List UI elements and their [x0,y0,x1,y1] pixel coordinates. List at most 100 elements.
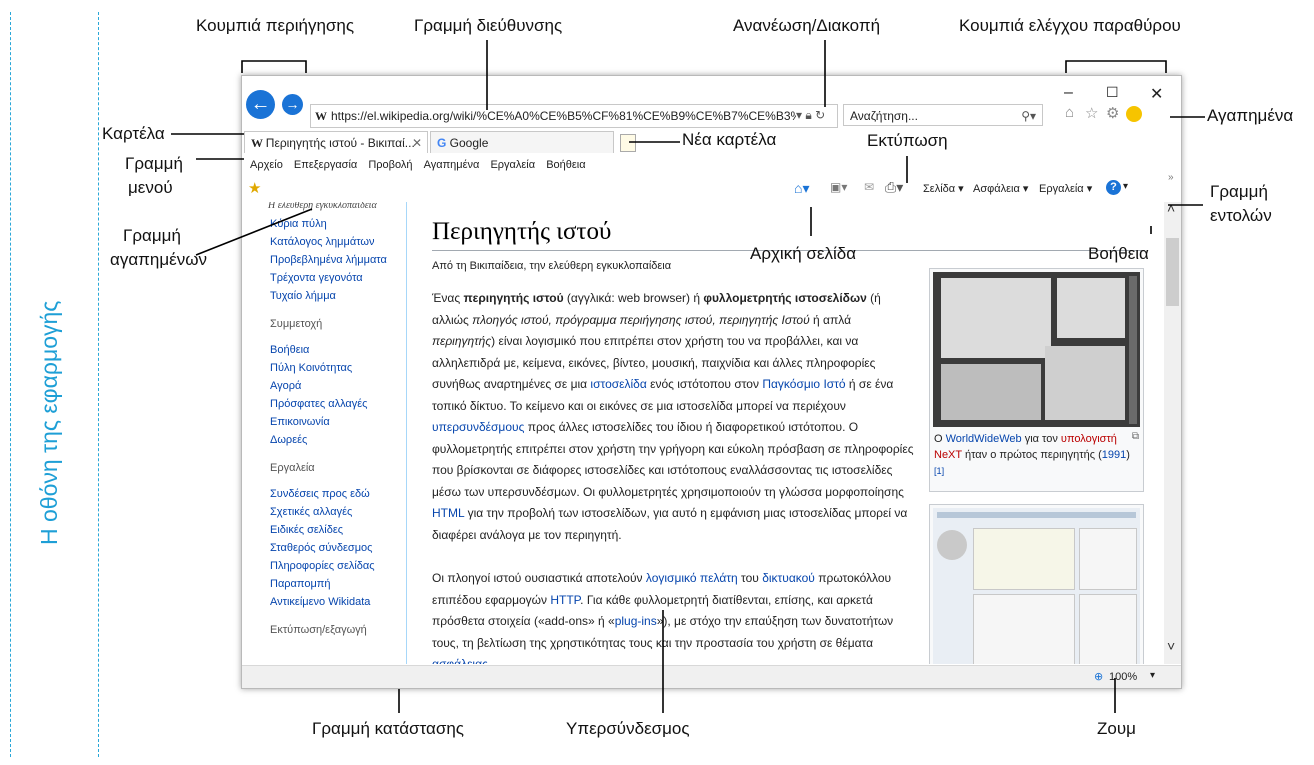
left-dashed-rule [10,12,11,757]
sidebar-link[interactable]: Τρέχοντα γεγονότα [270,272,363,284]
close-button[interactable]: ✕ [1150,84,1163,104]
hyperlink[interactable]: 1991 [1102,449,1126,461]
scroll-down-icon[interactable]: ˅ [1167,638,1175,654]
sidebar-link[interactable]: Σταθερός σύνδεσμος [270,542,372,554]
search-placeholder: Αναζήτηση... [850,109,918,123]
help-dropdown-icon[interactable]: ▾ [1123,181,1128,192]
mail-icon[interactable]: ✉ [864,180,874,194]
hyperlink[interactable]: HTML [432,506,464,520]
callout-address-bar: Γραμμή διεύθυνσης [414,16,563,35]
paragraph-1: Ένας περιηγητής ιστού (αγγλικά: web brow… [432,291,914,542]
chevron-more-icon[interactable]: » [1168,172,1174,183]
sidebar-link[interactable]: Πύλη Κοινότητας [270,362,352,374]
callout-favorites-bar-2: αγαπημένων [110,250,207,269]
feeds-icon[interactable]: ▣▾ [830,180,847,194]
scroll-thumb[interactable] [1166,238,1179,306]
logo-tagline: Η ελεύθερη εγκυκλοπαίδεια [268,202,377,211]
callout-print: Εκτύπωση [867,131,948,150]
menu-tools[interactable]: Εργαλεία [490,154,535,176]
minimize-button[interactable]: – [1064,84,1073,102]
right-dashed-rule [98,12,99,757]
sidebar-link[interactable]: Πρόσφατες αλλαγές [270,398,367,410]
figure-worldwideweb: ⧉ Ο WorldWideWeb για τον υπολογιστή NeXT… [929,268,1144,492]
sidebar-link[interactable]: Βοήθεια [270,344,309,356]
hyperlink[interactable]: ασφάλειας [432,657,488,664]
sidebar-link[interactable]: Κύρια πύλη [270,218,327,230]
sidebar-link[interactable]: Σχετικές αλλαγές [270,506,352,518]
search-icon[interactable]: ⚲▾ [1021,105,1036,127]
menu-edit[interactable]: Επεξεργασία [294,154,357,176]
sidebar-link[interactable]: Αγορά [270,380,301,392]
command-bar: ★ ⌂▾ ▣▾ ✉ ⎙▾ Σελίδα ▾ Ασφάλεια ▾ Εργαλεί… [242,172,1181,202]
hyperlink[interactable]: δικτυακού [762,571,815,585]
back-button[interactable]: ← [246,90,275,119]
article-title: Περιηγητής ιστού [432,218,612,245]
hyperlink[interactable]: υπερσυνδέσμους [432,420,524,434]
smiley-feedback-icon[interactable] [1126,106,1142,122]
lock-icon: 🔒︎ [805,108,812,122]
figure-caption: Ο WorldWideWeb για τον υπολογιστή NeXT ή… [934,433,1130,476]
address-bar[interactable]: Whttps://el.wikipedia.org/wiki/%CE%A0%CE… [310,104,838,128]
vertical-scrollbar[interactable]: ˄ ˅ [1164,200,1181,664]
close-tab-icon[interactable]: ✕ [412,132,422,153]
sidebar-link[interactable]: Κατάλογος λημμάτων [270,236,374,248]
application-screen-label: Η οθόνη της εφαρμογής [36,300,62,545]
command-safety[interactable]: Ασφάλεια ▾ [973,182,1028,195]
worldwideweb-screenshot[interactable] [933,272,1140,427]
sidebar-link[interactable]: Επικοινωνία [270,416,330,428]
callout-window-controls: Κουμπιά ελέγχου παραθύρου [959,16,1181,35]
callout-hyperlink: Υπερσύνδεσμος [566,719,690,738]
sidebar-link[interactable]: Δωρεές [270,434,307,446]
hyperlink[interactable]: ιστοσελίδα [590,377,646,391]
tab-google[interactable]: G Google [430,131,614,153]
command-tools[interactable]: Εργαλεία ▾ [1039,182,1092,195]
menu-file[interactable]: Αρχείο [250,154,283,176]
google-tab-icon: G [437,136,450,150]
sidebar-link[interactable]: Προβεβλημένα λήμματα [270,254,387,266]
hyperlink[interactable]: HTTP [550,593,580,607]
zoom-icon: ⊕ [1094,671,1104,683]
sidebar-link[interactable]: Συνδέσεις προς εδώ [270,488,370,500]
sidebar-link[interactable]: Παραπομπή [270,578,331,590]
zoom-dropdown-icon[interactable]: ▾ [1150,670,1155,681]
callout-tab: Καρτέλα [102,124,165,143]
tab-wikipedia[interactable]: W Περιηγητής ιστού - Βικιπαί... ✕ [244,131,428,153]
hyperlink[interactable]: λογισμικό πελάτη [646,571,738,585]
address-url: https://el.wikipedia.org/wiki/%CE%A0%CE%… [331,109,838,123]
maximize-button[interactable]: ☐ [1106,84,1119,101]
refresh-icon[interactable]: ↻ [815,108,825,122]
hyperlink[interactable]: plug-ins [615,614,657,628]
zoom-level[interactable]: 100% [1109,671,1137,683]
dropdown-arrow-icon[interactable]: ▾ [796,108,802,122]
hyperlink[interactable]: [1] [934,466,944,476]
sidebar-link[interactable]: Αντικείμενο Wikidata [270,596,370,608]
command-page[interactable]: Σελίδα ▾ [923,182,964,195]
hyperlink[interactable]: WorldWideWeb [946,433,1022,445]
forward-button[interactable]: → [282,94,303,115]
callout-nav-buttons: Κουμπιά περιήγησης [196,16,355,35]
add-favorites-star-icon[interactable]: ★ [248,179,261,197]
callout-new-tab: Νέα καρτέλα [682,130,777,149]
home-page-icon[interactable]: ⌂▾ [794,180,809,197]
new-tab-icon[interactable] [620,134,636,152]
hyperlink[interactable]: Παγκόσμιο Ιστό [762,377,845,391]
menu-help[interactable]: Βοήθεια [546,154,585,176]
sidebar-link[interactable]: Πληροφορίες σελίδας [270,560,375,572]
article-subtitle: Από τη Βικιπαίδεια, την ελεύθερη εγκυκλο… [432,260,672,272]
menu-favorites[interactable]: Αγαπημένα [424,154,480,176]
callout-help: Βοήθεια [1088,244,1149,263]
home-icon[interactable]: ⌂ [1065,104,1074,121]
tools-gear-icon[interactable]: ⚙ [1106,104,1119,122]
print-icon[interactable]: ⎙▾ [885,179,903,196]
sidebar-link[interactable]: Τυχαίο λήμμα [270,290,336,302]
scroll-up-icon[interactable]: ˄ [1167,200,1175,216]
tab-label: Google [449,136,489,150]
favorites-star-icon[interactable]: ☆ [1085,104,1098,122]
help-icon[interactable]: ? [1106,180,1121,195]
wikipedia-favicon: W [315,109,327,123]
search-box[interactable]: Αναζήτηση... ⚲▾ [843,104,1043,126]
sidebar-link[interactable]: Ειδικές σελίδες [270,524,343,536]
callout-zoom: Ζουμ [1097,719,1136,738]
wikipedia-browser-screenshot[interactable] [933,508,1140,664]
menu-view[interactable]: Προβολή [368,154,412,176]
